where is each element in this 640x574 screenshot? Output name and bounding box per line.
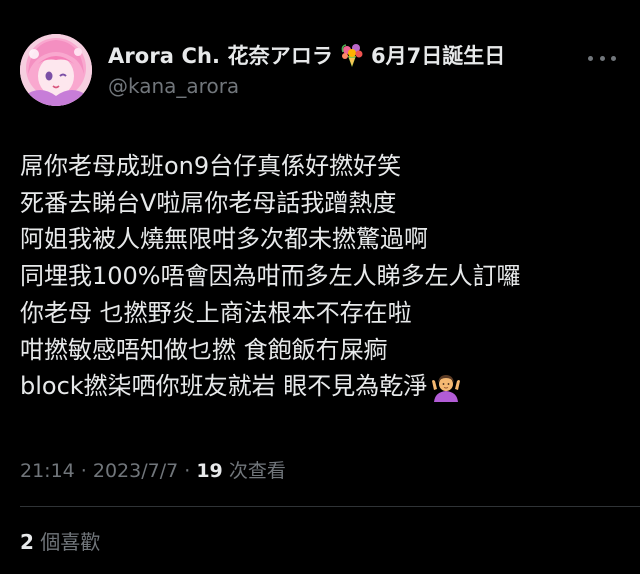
avatar[interactable] bbox=[20, 34, 92, 106]
display-name[interactable]: Arora Ch. 花奈アロラ bbox=[108, 40, 333, 70]
tweet-text-line: 阿姐我被人燒無限咁多次都未撚驚過啊 bbox=[20, 225, 428, 254]
dot-icon bbox=[599, 55, 605, 61]
avatar-image bbox=[20, 34, 92, 106]
tweet-text-line: 你老母 乜撚野炎上商法根本不存在啦 bbox=[20, 298, 412, 327]
timestamp[interactable]: 21:14 · 2023/7/7 · bbox=[20, 460, 196, 482]
tweet-text: 屌你老母成班on9台仔真係好撚好笑 死番去睇台V啦屌你老母話我蹭熱度 阿姐我被人… bbox=[20, 148, 620, 405]
tweet-text-line: 屌你老母成班on9台仔真係好撚好笑 bbox=[20, 152, 402, 180]
dot-icon bbox=[611, 55, 616, 61]
likes-label: 個喜歡 bbox=[33, 530, 101, 554]
views-label: 次查看 bbox=[222, 460, 286, 482]
likes-summary[interactable]: 2 個喜歡 bbox=[20, 526, 100, 555]
bouquet-icon bbox=[339, 42, 365, 68]
divider bbox=[20, 506, 640, 507]
views-count: 19 bbox=[196, 460, 223, 482]
tweet-card: Arora Ch. 花奈アロラ 6月7日誕生日 @kana_arora 屌你老母… bbox=[0, 0, 640, 574]
tweet-text-line: 咁撚敏感唔知做乜撚 食飽飯冇屎痾 bbox=[20, 335, 388, 364]
tweet-text-line: 同埋我100%唔會因為咁而多左人睇多左人訂囉 bbox=[20, 262, 521, 291]
tweet-meta: 21:14 · 2023/7/7 · 19 次查看 bbox=[20, 456, 286, 483]
more-options-button[interactable] bbox=[584, 48, 620, 68]
tweet-text-line: 死番去睇台V啦屌你老母話我蹭熱度 bbox=[20, 188, 397, 217]
tweet-text-line-last: block撚柒哂你班友就岩 眼不見為乾淨 bbox=[20, 368, 620, 405]
dot-icon bbox=[588, 55, 593, 61]
shrug-icon bbox=[431, 372, 461, 402]
author-names: Arora Ch. 花奈アロラ 6月7日誕生日 @kana_arora bbox=[108, 40, 578, 98]
display-name-row[interactable]: Arora Ch. 花奈アロラ 6月7日誕生日 bbox=[108, 40, 578, 70]
author-handle[interactable]: @kana_arora bbox=[108, 74, 578, 98]
birthday-text: 6月7日誕生日 bbox=[371, 44, 506, 68]
tweet-text-line: block撚柒哂你班友就岩 眼不見為乾淨 bbox=[20, 372, 428, 401]
tweet-header: Arora Ch. 花奈アロラ 6月7日誕生日 @kana_arora bbox=[20, 34, 620, 106]
likes-count: 2 bbox=[20, 530, 34, 554]
